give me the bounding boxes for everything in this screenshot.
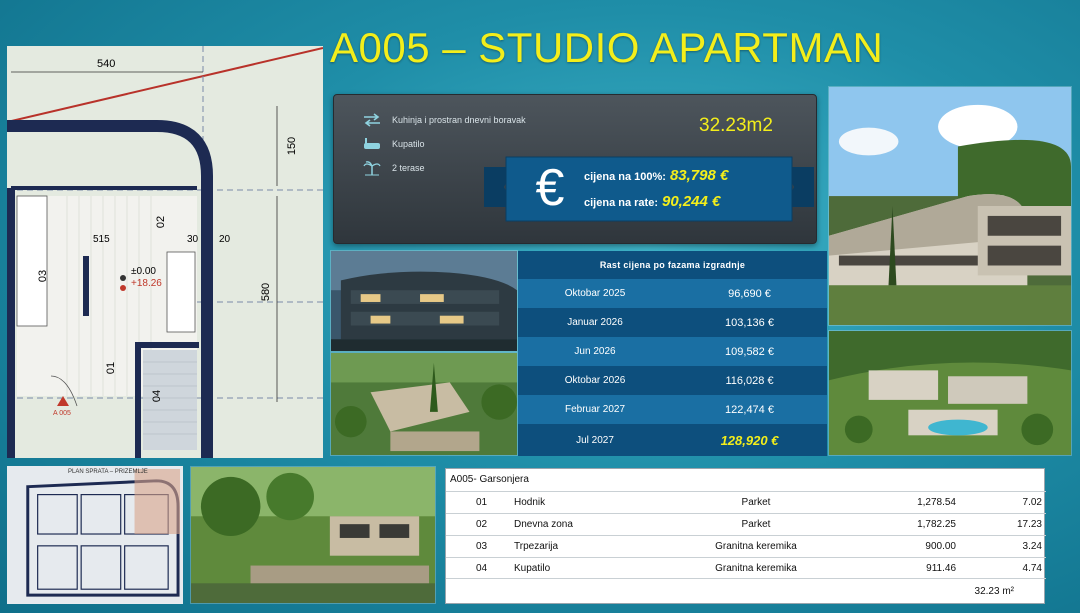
rooms-table: A005- Garsonjera 01 Hodnik Parket 1,278.… <box>445 468 1046 604</box>
room-area: 17.23 <box>1016 519 1042 530</box>
table-row: 02 Dnevna zona Parket 1,782.25 17.23 <box>446 513 1046 535</box>
room-name: Hodnik <box>514 497 546 508</box>
level-label-2: +18.26 <box>131 278 162 289</box>
price-rate-value: 90,244 € <box>661 193 721 210</box>
render-photo-garden <box>828 330 1072 456</box>
room-value: 900.00 <box>925 541 956 552</box>
growth-price: 103,136 € <box>725 316 774 329</box>
page-title: A005 – STUDIO APARTMAN <box>330 24 884 71</box>
feature-label-kitchen: Kuhinja i prostran dnevni boravak <box>392 115 526 125</box>
growth-title: Rast cijena po fazama izgradnje <box>518 251 827 279</box>
room-name: Dnevna zona <box>514 519 573 530</box>
apartment-area: 32.23m2 <box>699 115 773 136</box>
room-name: Trpezarija <box>514 541 559 552</box>
growth-date: Oktobar 2025 <box>564 288 626 299</box>
arrows-icon <box>362 112 382 128</box>
growth-row: Oktobar 2026 116,028 € <box>518 366 827 395</box>
growth-date: Oktobar 2026 <box>564 375 626 386</box>
rooms-table-title: A005- Garsonjera <box>450 474 529 485</box>
price-rate-label: cijena na rate: <box>584 197 658 209</box>
growth-price: 116,028 € <box>725 374 774 387</box>
price-full-value: 83,798 € <box>669 167 729 184</box>
room-material: Granitna keremika <box>715 562 797 574</box>
info-panel: Kuhinja i prostran dnevni boravak Kupati… <box>333 94 817 244</box>
growth-price: 128,920 € <box>720 432 779 448</box>
room-material: Parket <box>741 519 771 530</box>
floor-plan: 540 150 580 515 30 20 02 03 01 04 ±0.00 … <box>7 46 323 458</box>
room-area: 7.02 <box>1022 497 1042 508</box>
level-label-1: ±0.00 <box>131 266 156 277</box>
room-label-01: 01 <box>105 361 118 375</box>
dim-inner: 515 <box>93 234 110 245</box>
feature-item-kitchen: Kuhinja i prostran dnevni boravak <box>362 111 526 129</box>
growth-date: Januar 2026 <box>567 317 623 328</box>
growth-row: Oktobar 2025 96,690 € <box>518 279 827 308</box>
room-name: Kupatilo <box>514 562 551 574</box>
render-photo-main <box>828 86 1072 326</box>
feature-item-bathroom: Kupatilo <box>362 135 425 153</box>
price-full-label: cijena na 100%: <box>584 171 666 183</box>
room-no: 03 <box>476 541 488 552</box>
room-area: 3.24 <box>1022 541 1042 552</box>
euro-icon: € <box>535 159 565 217</box>
growth-price: 122,474 € <box>725 403 774 416</box>
dim-right: 580 <box>260 282 273 302</box>
rooms-table-total: 32.23 m² <box>974 586 1014 597</box>
room-label-03: 03 <box>37 269 50 283</box>
dim-top: 540 <box>97 58 116 70</box>
unit-mark: A 005 <box>53 410 71 417</box>
growth-row: Jul 2027 128,920 € <box>518 424 827 456</box>
growth-row: Februar 2027 122,474 € <box>518 395 827 424</box>
dim-inner-2: 30 <box>187 234 199 245</box>
room-label-04: 04 <box>151 389 164 403</box>
room-no: 04 <box>476 562 488 574</box>
room-no: 02 <box>476 519 488 530</box>
growth-row: Jun 2026 109,582 € <box>518 337 827 366</box>
palm-icon <box>362 160 382 176</box>
room-no: 01 <box>476 497 488 508</box>
feature-item-terrace: 2 terase <box>362 159 425 177</box>
price-rate-row: cijena na rate: 90,244 € <box>584 193 720 210</box>
render-photo-dusk <box>330 250 518 352</box>
room-value: 1,782.25 <box>917 519 956 530</box>
table-row: 01 Hodnik Parket 1,278.54 7.02 <box>446 491 1046 513</box>
site-plan-thumbnail: PLAN SPRATA – PRIZEMLJE <box>7 466 183 604</box>
room-area: 4.74 <box>1022 562 1042 574</box>
growth-price: 109,582 € <box>725 345 774 358</box>
feature-label-terrace: 2 terase <box>392 163 425 173</box>
growth-date: Jun 2026 <box>574 346 616 357</box>
room-value: 911.46 <box>926 562 956 574</box>
price-ribbon: € cijena na 100%: 83,798 € cijena na rate… <box>484 153 814 229</box>
room-label-02: 02 <box>155 215 168 229</box>
table-row: 04 Kupatilo Granitna keremika 911.46 4.7… <box>446 557 1046 579</box>
growth-price: 96,690 € <box>728 287 771 300</box>
growth-date: Februar 2027 <box>564 404 626 415</box>
room-material: Granitna keremika <box>715 541 797 552</box>
price-growth-table: Rast cijena po fazama izgradnje Oktobar … <box>518 251 827 456</box>
render-photo-terrace <box>330 352 518 456</box>
dim-inner-3: 20 <box>219 234 231 245</box>
growth-date: Jul 2027 <box>576 434 614 446</box>
room-material: Parket <box>741 497 771 508</box>
feature-label-bathroom: Kupatilo <box>392 139 425 149</box>
price-full-row: cijena na 100%: 83,798 € <box>584 167 728 184</box>
bathtub-icon <box>362 136 382 152</box>
render-photo-exterior <box>190 466 436 604</box>
dim-right-top: 150 <box>286 136 299 156</box>
growth-row: Januar 2026 103,136 € <box>518 308 827 337</box>
site-plan-label: PLAN SPRATA – PRIZEMLJE <box>68 469 148 475</box>
table-row: 03 Trpezarija Granitna keremika 900.00 3… <box>446 535 1046 557</box>
room-value: 1,278.54 <box>917 497 956 508</box>
